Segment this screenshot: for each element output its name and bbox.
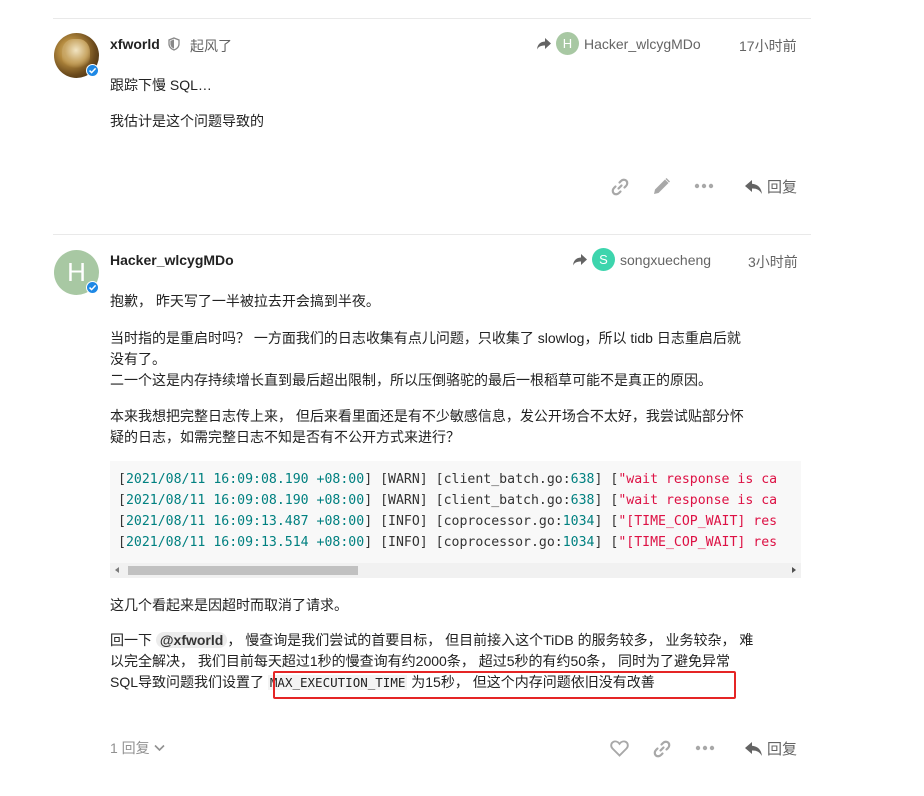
post-date[interactable]: 17小时前 bbox=[739, 36, 797, 56]
code-line-number: 1034 bbox=[562, 514, 595, 529]
user-title: 起风了 bbox=[190, 38, 232, 54]
heart-icon[interactable] bbox=[610, 740, 629, 757]
share-arrow-icon bbox=[537, 37, 551, 49]
share-arrow-icon bbox=[573, 253, 587, 265]
code-line: [2021/08/11 16:09:08.190 +08:00] [WARN] … bbox=[118, 472, 778, 487]
reply-to-avatar: S bbox=[592, 248, 615, 271]
code-message: [TIME_COP_WAIT] res bbox=[626, 514, 778, 529]
code-line-number: 638 bbox=[570, 472, 595, 487]
shield-icon bbox=[168, 37, 180, 51]
code-file: coprocessor.go bbox=[443, 535, 555, 550]
code-file: client_batch.go bbox=[443, 493, 563, 508]
reply-button[interactable]: 回复 bbox=[744, 176, 797, 197]
top-divider bbox=[53, 18, 811, 19]
code-line-number: 1034 bbox=[562, 535, 595, 550]
code-time: 16:09:08.190 bbox=[213, 493, 309, 508]
code-date: 2021/08/11 bbox=[125, 535, 206, 550]
reply-to-username: Hacker_wlcygMDo bbox=[584, 35, 701, 52]
code-timezone: +08:00 bbox=[316, 472, 365, 487]
scroll-right-arrow-icon[interactable] bbox=[792, 567, 796, 573]
code-file: client_batch.go bbox=[443, 472, 563, 487]
reply-to-tab[interactable]: S songxuecheng bbox=[572, 248, 711, 271]
code-message: wait response is ca bbox=[626, 472, 778, 487]
code-message: wait response is ca bbox=[626, 493, 778, 508]
pencil-icon[interactable] bbox=[652, 177, 672, 196]
paragraph-line: 本来我想把完整日志传上来， 但后来看里面还是有不少敏感信息，发公开场合不太好，我… bbox=[110, 408, 744, 424]
code-level: INFO bbox=[388, 514, 420, 529]
post-paragraph: 跟踪下慢 SQL… bbox=[110, 77, 212, 93]
code-line-number: 638 bbox=[570, 493, 595, 508]
post-paragraph: 当时指的是重启时吗？ 一方面我们的日志收集有点儿问题，只收集了 slowlog，… bbox=[110, 328, 800, 391]
paragraph-line: 以完全解决， 我们目前每天超过1秒的慢查询有约2000条， 超过5秒的有约50条… bbox=[110, 653, 730, 669]
paragraph-line: 疑的日志，如需完整日志不知是否有不公开方式来进行？ bbox=[110, 429, 460, 445]
reply-to-avatar: H bbox=[556, 32, 579, 55]
code-line: [2021/08/11 16:09:08.190 +08:00] [WARN] … bbox=[118, 493, 778, 508]
post-username[interactable]: Hacker_wlcygMDo bbox=[110, 252, 234, 268]
code-date: 2021/08/11 bbox=[125, 514, 206, 529]
more-icon[interactable] bbox=[695, 745, 715, 751]
post-divider bbox=[53, 234, 811, 235]
chevron-down-icon bbox=[154, 744, 165, 752]
code-lines: [2021/08/11 16:09:08.190 +08:00] [WARN] … bbox=[118, 469, 777, 553]
link-icon[interactable] bbox=[611, 178, 629, 196]
verified-badge-icon bbox=[86, 281, 99, 294]
horizontal-scrollbar[interactable] bbox=[110, 563, 801, 578]
code-line: [2021/08/11 16:09:13.487 +08:00] [INFO] … bbox=[118, 514, 778, 529]
code-message: [TIME_COP_WAIT] res bbox=[626, 535, 778, 550]
post-paragraph: 本来我想把完整日志传上来， 但后来看里面还是有不少敏感信息，发公开场合不太好，我… bbox=[110, 406, 800, 448]
code-date: 2021/08/11 bbox=[125, 472, 206, 487]
user-mention[interactable]: @xfworld bbox=[155, 632, 228, 648]
post-paragraph: 我估计是这个问题导致的 bbox=[110, 113, 264, 129]
paragraph-line: 回一下 @xfworld， 慢查询是我们尝试的首要目标， 但目前接入这个TiDB… bbox=[110, 632, 754, 648]
scroll-left-arrow-icon[interactable] bbox=[115, 567, 119, 573]
code-time: 16:09:13.487 bbox=[213, 514, 309, 529]
paragraph-line: 没有了。 bbox=[110, 351, 166, 367]
code-timezone: +08:00 bbox=[316, 535, 365, 550]
code-timezone: +08:00 bbox=[316, 514, 365, 529]
paragraph-line: 当时指的是重启时吗？ 一方面我们的日志收集有点儿问题，只收集了 slowlog，… bbox=[110, 330, 741, 346]
post-paragraph: 抱歉， 昨天写了一半被拉去开会搞到半夜。 bbox=[110, 293, 380, 309]
code-line: [2021/08/11 16:09:13.514 +08:00] [INFO] … bbox=[118, 535, 778, 550]
paragraph-line: 二一个这是内存持续增长直到最后超出限制，所以压倒骆驼的最后一根稻草可能不是真正的… bbox=[110, 372, 712, 388]
reply-icon bbox=[745, 179, 762, 194]
post-username[interactable]: xfworld bbox=[110, 36, 160, 52]
code-time: 16:09:08.190 bbox=[213, 472, 309, 487]
link-icon[interactable] bbox=[653, 740, 671, 758]
more-icon[interactable] bbox=[694, 183, 714, 189]
scroll-thumb[interactable] bbox=[128, 566, 358, 575]
post-paragraph: 这几个看起来是因超时而取消了请求。 bbox=[110, 597, 348, 613]
code-level: WARN bbox=[388, 472, 420, 487]
reply-to-tab[interactable]: H Hacker_wlcygMDo bbox=[536, 32, 701, 55]
highlight-annotation bbox=[273, 671, 736, 699]
reply-button[interactable]: 回复 bbox=[744, 738, 797, 759]
code-block[interactable]: [2021/08/11 16:09:08.190 +08:00] [WARN] … bbox=[110, 461, 801, 578]
code-timezone: +08:00 bbox=[316, 493, 365, 508]
reply-to-username: songxuecheng bbox=[620, 251, 712, 268]
code-level: WARN bbox=[388, 493, 420, 508]
code-level: INFO bbox=[388, 535, 420, 550]
reply-icon bbox=[745, 741, 762, 756]
post-date[interactable]: 3小时前 bbox=[748, 252, 798, 272]
replies-toggle-button[interactable]: 1 回复 bbox=[110, 738, 165, 758]
code-date: 2021/08/11 bbox=[125, 493, 206, 508]
code-time: 16:09:13.514 bbox=[213, 535, 309, 550]
code-file: coprocessor.go bbox=[443, 514, 555, 529]
verified-badge-icon bbox=[86, 64, 99, 77]
